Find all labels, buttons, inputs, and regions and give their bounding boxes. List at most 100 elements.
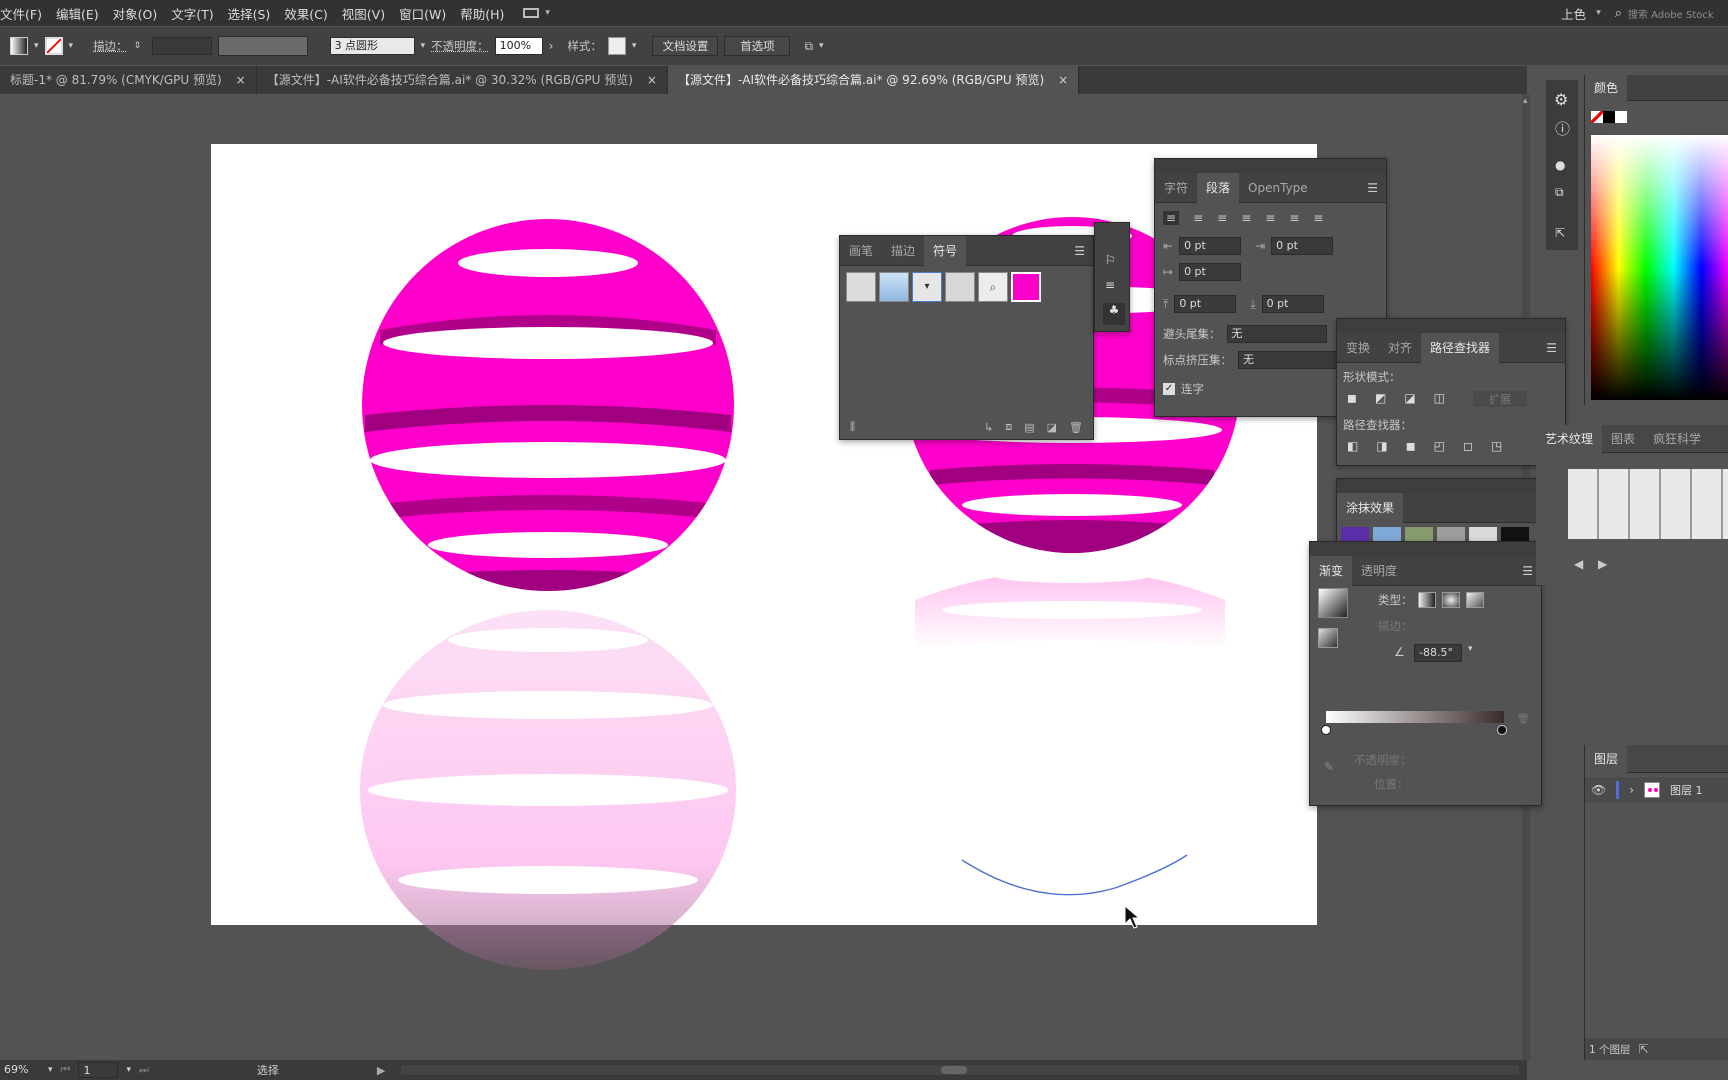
artboard-number-field[interactable]: 1	[78, 1062, 119, 1078]
fill-stroke-indicator[interactable]	[1318, 628, 1338, 648]
outline-icon[interactable]: ◻	[1463, 439, 1473, 453]
crop-icon[interactable]: ◰	[1434, 439, 1445, 453]
tab-scribble[interactable]: 涂抹效果	[1337, 492, 1404, 523]
tab-character[interactable]: 字符	[1155, 173, 1197, 203]
merge-icon[interactable]: ◼	[1406, 439, 1416, 453]
lines-icon[interactable]: ≡	[1105, 278, 1115, 292]
symbol-swatch[interactable]	[1011, 272, 1041, 302]
intersect-icon[interactable]: ◪	[1404, 391, 1415, 407]
justify-center-icon[interactable]: ≡	[1265, 211, 1275, 225]
space-before-field[interactable]: 0 pt	[1174, 295, 1237, 313]
zoom-field[interactable]: 69%	[0, 1062, 40, 1078]
align-right-icon[interactable]: ≡	[1217, 211, 1227, 225]
panel-menu-icon[interactable]: ☰	[1074, 244, 1085, 258]
symbol-swatch[interactable]: ⌕	[978, 272, 1008, 302]
new-symbol-icon[interactable]: ◪	[1047, 421, 1057, 434]
symbol-swatch[interactable]	[879, 272, 909, 302]
play-icon[interactable]: ▶	[377, 1064, 385, 1077]
visibility-eye-icon[interactable]: 👁	[1591, 783, 1606, 797]
symbol-options-icon[interactable]: ▤	[1024, 421, 1034, 434]
gradient-stop-white[interactable]	[1321, 725, 1331, 735]
horizontal-scrollbar[interactable]	[401, 1065, 1519, 1075]
expand-button[interactable]: 扩展	[1473, 391, 1527, 407]
workspace-switcher[interactable]: 上色	[1561, 4, 1586, 23]
tab-symbols[interactable]: 符号	[924, 235, 967, 266]
black-swatch[interactable]	[1603, 111, 1615, 123]
next-artboard-icon[interactable]: ⏭	[139, 1063, 149, 1077]
justify-all-icon[interactable]: ≡	[1313, 211, 1323, 225]
export-layer-icon[interactable]: ⇱	[1639, 1042, 1649, 1056]
tab-mad-science[interactable]: 疯狂科学	[1644, 425, 1710, 453]
chevron-down-icon[interactable]: ▾	[126, 1065, 131, 1075]
radial-gradient-button[interactable]	[1442, 592, 1460, 608]
layer-row[interactable]: 👁 › 图层 1	[1585, 777, 1728, 803]
eyedropper-icon[interactable]: ✎	[1324, 760, 1334, 774]
right-indent-field[interactable]: 0 pt	[1271, 237, 1334, 255]
none-swatch[interactable]	[1591, 111, 1603, 123]
tab-color[interactable]: 颜色	[1585, 74, 1628, 101]
tab-layers[interactable]: 图层	[1585, 744, 1628, 773]
place-symbol-icon[interactable]: ↳	[984, 421, 993, 434]
chevron-down-icon[interactable]: ▾	[48, 1065, 53, 1075]
tab-align[interactable]: 对齐	[1379, 333, 1421, 363]
minus-front-icon[interactable]: ◩	[1375, 391, 1386, 407]
symbol-swatch[interactable]: ▾	[912, 272, 942, 302]
striped-sphere-left[interactable]	[360, 215, 740, 595]
symbol-swatch[interactable]	[846, 272, 876, 302]
trash-icon[interactable]: 🗑	[1517, 714, 1530, 725]
chevron-right-icon[interactable]: ›	[1629, 783, 1634, 797]
first-artboard-icon[interactable]: ⏮	[61, 1063, 71, 1077]
appearance-icon[interactable]: ●	[1555, 158, 1565, 172]
trash-icon[interactable]: 🗑	[1069, 421, 1083, 434]
mojikumi-select[interactable]: 无	[1238, 351, 1338, 369]
texture-grid[interactable]	[1568, 469, 1728, 539]
stock-search-input[interactable]: 搜索 Adobe Stock	[1628, 6, 1728, 21]
space-after-field[interactable]: 0 pt	[1261, 295, 1324, 313]
puppet-warp-icon[interactable]: ⚐	[1105, 253, 1116, 267]
gear-icon[interactable]: ⚙	[1554, 90, 1568, 109]
gradient-slider[interactable]	[1326, 711, 1504, 723]
previous-icon[interactable]: ◀	[1574, 557, 1583, 571]
layer-name[interactable]: 图层 1	[1670, 782, 1703, 798]
selected-arc-path[interactable]	[961, 854, 1188, 896]
tab-charts[interactable]: 图表	[1602, 425, 1644, 453]
left-indent-field[interactable]: 0 pt	[1179, 237, 1242, 255]
justify-right-icon[interactable]: ≡	[1289, 211, 1299, 225]
tab-brushes[interactable]: 画笔	[840, 236, 882, 266]
club-symbol-icon[interactable]: ♣	[1103, 303, 1125, 325]
gradient-stop-black[interactable]	[1497, 725, 1507, 735]
align-left-icon[interactable]: ≡	[1163, 211, 1180, 225]
gradient-preview-swatch[interactable]	[1318, 588, 1348, 618]
tab-stroke[interactable]: 描边	[882, 236, 924, 266]
chevron-down-icon[interactable]: ▾	[1468, 644, 1473, 654]
export-icon[interactable]: ⇱	[1555, 226, 1565, 240]
break-link-icon[interactable]: ⧈	[1005, 420, 1012, 434]
tab-pathfinder[interactable]: 路径查找器	[1421, 332, 1500, 363]
exclude-icon[interactable]: ◫	[1434, 391, 1445, 407]
linear-gradient-button[interactable]	[1418, 592, 1436, 608]
divide-icon[interactable]: ◧	[1347, 439, 1358, 453]
tab-gradient[interactable]: 渐变	[1310, 555, 1353, 586]
hyphenate-checkbox[interactable]: ✓	[1163, 383, 1175, 395]
first-line-indent-field[interactable]: 0 pt	[1179, 263, 1242, 281]
tab-transparency[interactable]: 透明度	[1352, 556, 1406, 586]
freeform-gradient-button[interactable]	[1466, 592, 1484, 608]
tab-art-texture[interactable]: 艺术纹理	[1536, 424, 1603, 453]
panel-menu-icon[interactable]: ☰	[1367, 181, 1378, 195]
white-swatch[interactable]	[1615, 111, 1627, 123]
tab-transform[interactable]: 变换	[1337, 333, 1379, 363]
panel-menu-icon[interactable]: ☰	[1522, 564, 1533, 578]
kinsoku-select[interactable]: 无	[1226, 325, 1327, 343]
symbol-library-icon[interactable]: ⫼	[850, 420, 855, 434]
tab-paragraph[interactable]: 段落	[1197, 172, 1240, 203]
tab-opentype[interactable]: OpenType	[1239, 173, 1317, 203]
justify-left-icon[interactable]: ≡	[1241, 211, 1251, 225]
symbol-swatch[interactable]	[945, 272, 975, 302]
align-center-icon[interactable]: ≡	[1193, 211, 1203, 225]
info-icon[interactable]: ⓘ	[1555, 118, 1570, 139]
trim-icon[interactable]: ◨	[1376, 439, 1387, 453]
next-icon[interactable]: ▶	[1598, 557, 1607, 571]
color-spectrum[interactable]	[1591, 135, 1728, 400]
unite-icon[interactable]: ◼	[1347, 391, 1357, 407]
minus-back-icon[interactable]: ◳	[1491, 439, 1502, 453]
